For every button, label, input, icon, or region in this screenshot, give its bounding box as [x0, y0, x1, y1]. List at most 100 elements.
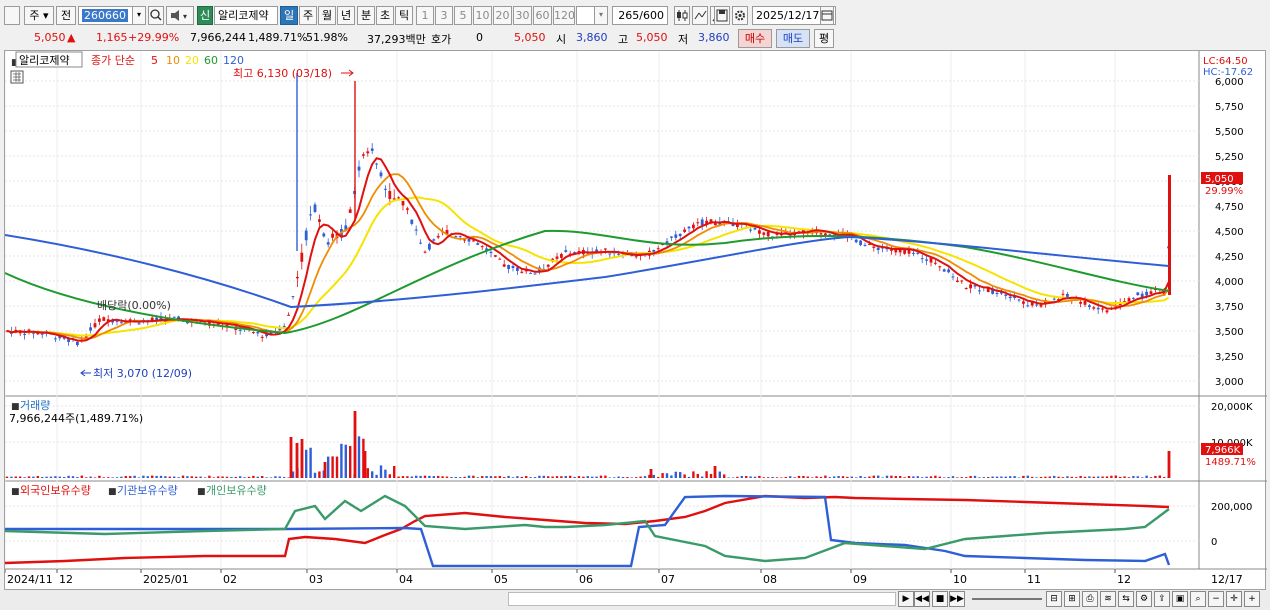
scroll-right-icon[interactable]: ▶ — [898, 591, 914, 607]
low-label: 저 — [678, 33, 689, 46]
volume-bar — [49, 476, 53, 478]
crosshair-icon[interactable] — [692, 6, 708, 25]
period-day-button[interactable]: 일 — [280, 6, 298, 25]
gear-icon[interactable] — [732, 6, 748, 25]
candle-body — [98, 318, 101, 322]
volume-bar — [428, 475, 431, 478]
candle-body — [467, 238, 471, 242]
candle-body — [287, 314, 290, 316]
volume-bar — [151, 475, 154, 478]
zoom-out-icon[interactable]: − — [1208, 591, 1224, 607]
calendar-icon[interactable] — [820, 6, 834, 25]
period-minute-button[interactable]: 분 — [357, 6, 375, 25]
x-axis-right-label: 12/17 — [1211, 573, 1243, 586]
chart-canvas[interactable]: 6,0005,7505,5005,2505,0004,7504,5004,250… — [5, 51, 1267, 591]
volume-bar — [45, 476, 48, 478]
count-field[interactable]: 265/600 — [612, 6, 668, 25]
quote-bar: 5,050 ▲ 1,165 +29.99% 7,966,244 1,489.71… — [0, 28, 1270, 48]
overlay-icon[interactable]: ≋ — [1100, 591, 1116, 607]
panel-dot-icon: ■ — [108, 487, 117, 497]
candle-body — [252, 332, 255, 334]
rewind-icon[interactable]: ◀◀ — [914, 591, 930, 607]
dividend-annotation: 배당락(0.00%) — [97, 299, 171, 312]
x-tick-label: 2024/11 — [7, 573, 53, 586]
volume-bar — [705, 471, 708, 478]
x-tick-label: 02 — [223, 573, 237, 586]
period-week-button[interactable]: 주 — [299, 6, 317, 25]
print-icon[interactable]: ⎙ — [1082, 591, 1098, 607]
volume-bar — [1035, 477, 1038, 478]
volume-bar — [388, 474, 391, 478]
volume-bar — [353, 411, 357, 478]
forward-icon[interactable]: ▶▶ — [949, 591, 965, 607]
candle-body — [120, 322, 123, 324]
candle-body — [683, 229, 686, 232]
volume-bar — [797, 475, 801, 478]
prev-button[interactable]: 전 — [56, 6, 76, 25]
volume-bar — [951, 476, 955, 478]
stock-name-field[interactable]: 알리코제약 — [214, 6, 278, 25]
horizontal-scrollbar[interactable] — [508, 592, 896, 606]
candle-body — [634, 256, 638, 258]
window-icon[interactable] — [4, 6, 20, 25]
candle-body — [428, 243, 431, 250]
save-icon[interactable] — [714, 6, 730, 25]
volume-bar — [586, 476, 589, 478]
interval-3-button[interactable]: 3 — [435, 6, 453, 25]
settings-small-icon[interactable]: ⚙ — [1136, 591, 1152, 607]
candle-body — [1140, 293, 1144, 297]
volume-bar — [1048, 476, 1051, 478]
candle-body — [318, 219, 321, 222]
volume-bar — [573, 476, 576, 478]
zoom-in-icon[interactable]: + — [1244, 591, 1260, 607]
stock-chart[interactable]: 6,0005,7505,5005,2505,0004,7504,5004,250… — [4, 50, 1267, 591]
interval-120-button[interactable]: 120 — [553, 6, 575, 25]
interval-30-button[interactable]: 30 — [513, 6, 532, 25]
buy-button[interactable]: 매수 — [738, 29, 772, 48]
interval-10-button[interactable]: 10 — [473, 6, 492, 25]
volume-bar — [54, 476, 57, 478]
volume-bar — [349, 446, 352, 478]
stop-icon[interactable]: ■ — [932, 591, 948, 607]
candle-body — [533, 273, 537, 275]
layout-icon[interactable]: ⊞ — [1064, 591, 1080, 607]
move-icon[interactable]: ✛ — [1226, 591, 1242, 607]
eval-button[interactable]: 평 — [814, 29, 834, 48]
volume-bar — [564, 475, 567, 478]
volume-bar — [234, 476, 237, 478]
chevron-down-icon[interactable]: ▾ — [132, 6, 146, 25]
interval-5-button[interactable]: 5 — [454, 6, 472, 25]
search-icon[interactable] — [148, 6, 164, 25]
image-icon[interactable]: ▣ — [1172, 591, 1188, 607]
volume-bar — [181, 475, 185, 478]
interval-1-button[interactable]: 1 — [416, 6, 434, 25]
candle-body — [511, 266, 515, 269]
interval-20-button[interactable]: 20 — [493, 6, 512, 25]
market-select[interactable]: 주 ▾ — [24, 6, 54, 25]
volume-bar — [934, 475, 937, 478]
speaker-icon[interactable]: ▾ — [166, 6, 194, 25]
compare-icon[interactable]: ⇆ — [1118, 591, 1134, 607]
ma5-label: 5 — [151, 54, 158, 67]
x-tick-label: 12 — [1117, 573, 1131, 586]
candle-icon[interactable] — [674, 6, 690, 25]
search-icon[interactable]: ⌕ — [1190, 591, 1206, 607]
volume-bar — [560, 476, 563, 478]
volume-bar — [274, 476, 277, 478]
zoom-slider[interactable] — [972, 598, 1042, 600]
volume-bar — [1083, 476, 1087, 478]
sell-button[interactable]: 매도 — [776, 29, 810, 48]
volume-bar — [850, 476, 853, 478]
split-view-icon[interactable]: ⊟ — [1046, 591, 1062, 607]
candle-body — [1168, 175, 1171, 295]
volume-bar — [1163, 477, 1166, 478]
period-month-button[interactable]: 월 — [318, 6, 336, 25]
period-year-button[interactable]: 년 — [337, 6, 355, 25]
export-icon[interactable]: ⇪ — [1154, 591, 1170, 607]
chevron-down-icon[interactable]: ▾ — [594, 6, 608, 25]
period-tick-button[interactable]: 틱 — [395, 6, 413, 25]
period-second-button[interactable]: 초 — [376, 6, 394, 25]
candle-body — [824, 233, 827, 236]
interval-60-button[interactable]: 60 — [533, 6, 552, 25]
candle-body — [419, 242, 422, 244]
